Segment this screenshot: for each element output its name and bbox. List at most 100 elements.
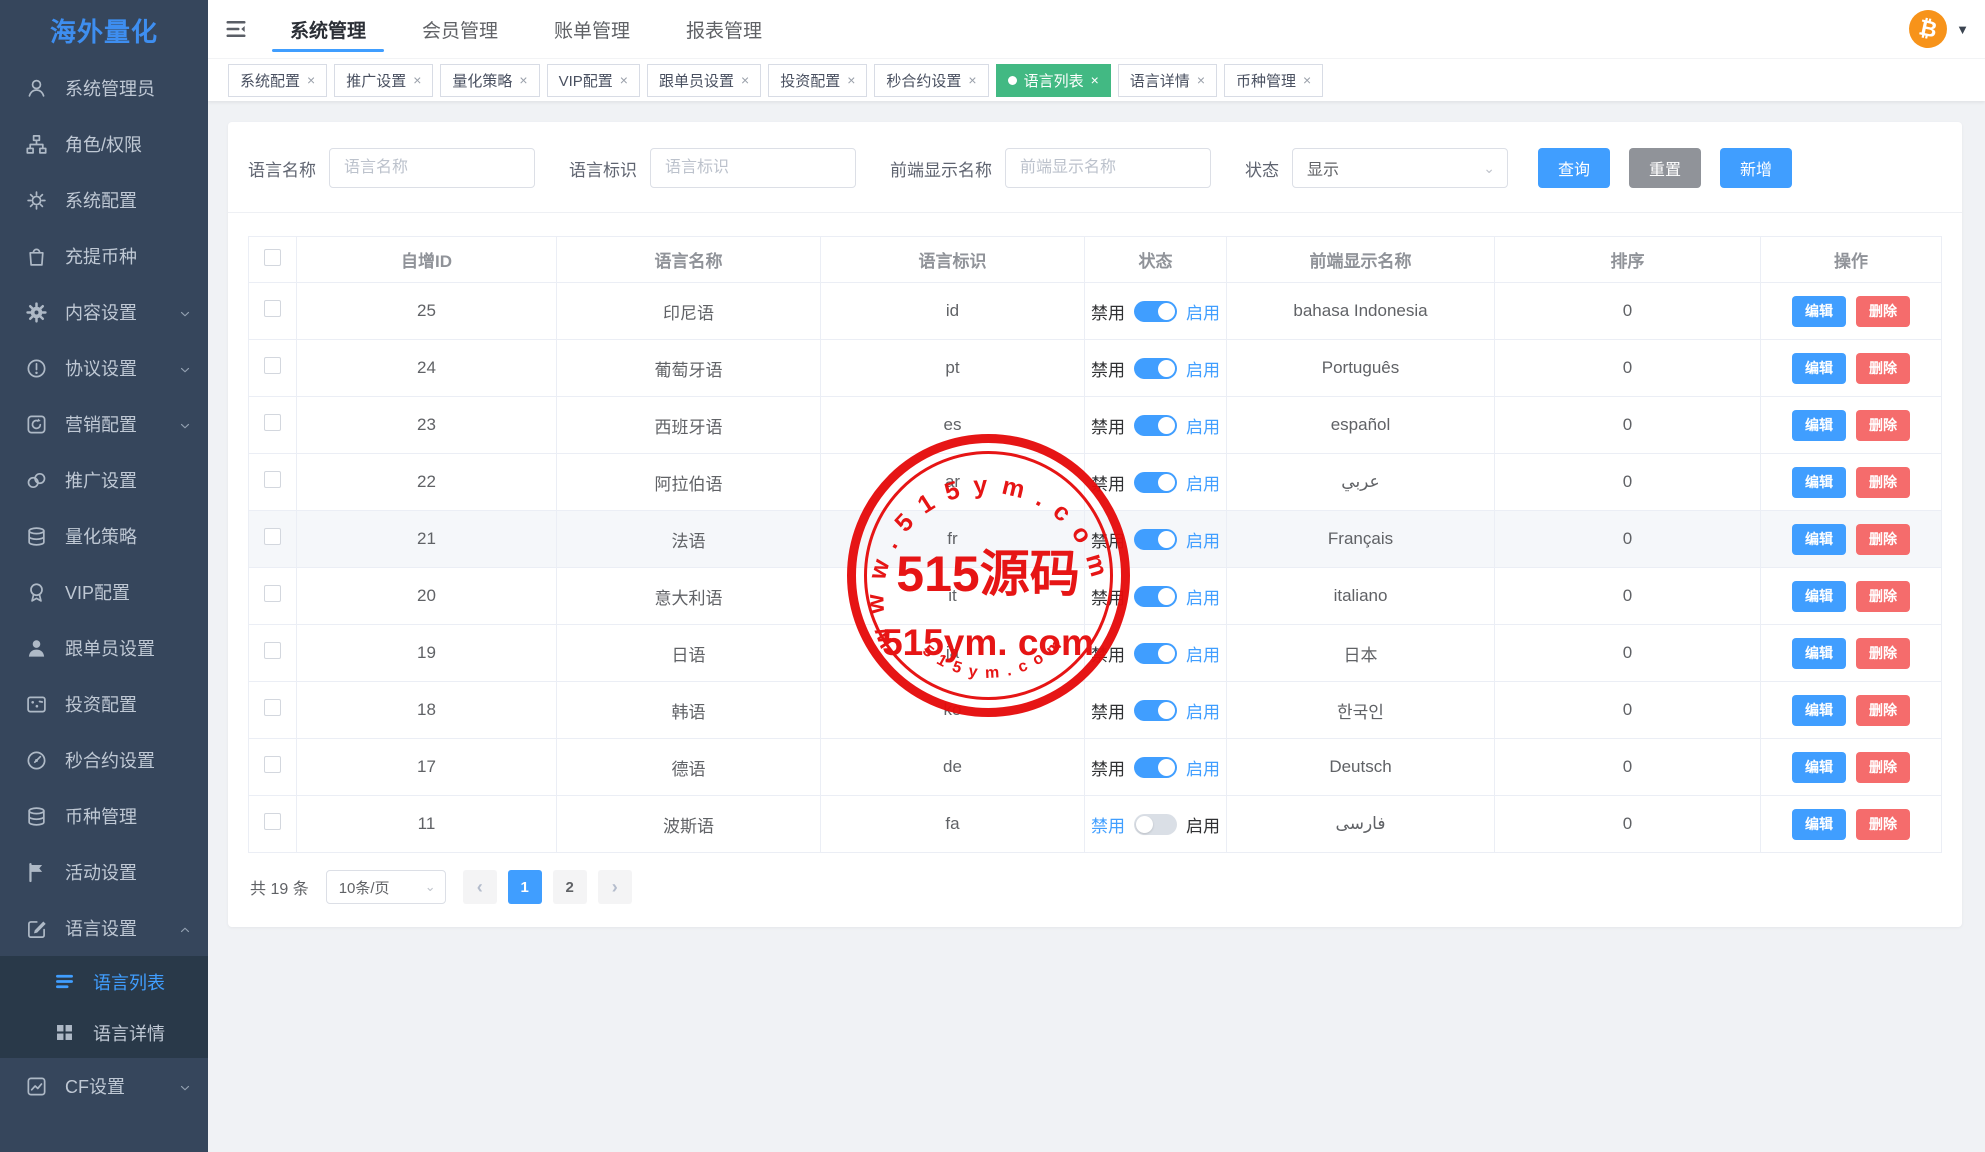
sidebar-item-vip-config[interactable]: VIP配置: [0, 564, 208, 620]
delete-button[interactable]: 删除: [1856, 296, 1910, 327]
sidebar-item-system-config[interactable]: 系统配置: [0, 172, 208, 228]
close-icon[interactable]: ×: [413, 73, 421, 87]
status-toggle[interactable]: [1134, 472, 1177, 493]
add-button[interactable]: 新增: [1720, 148, 1792, 188]
status-toggle[interactable]: [1134, 415, 1177, 436]
close-icon[interactable]: ×: [519, 73, 527, 87]
status-toggle[interactable]: [1134, 586, 1177, 607]
close-icon[interactable]: ×: [741, 73, 749, 87]
row-checkbox[interactable]: [264, 699, 281, 716]
sidebar-item-marketing-config[interactable]: 营销配置: [0, 396, 208, 452]
edit-button[interactable]: 编辑: [1792, 581, 1846, 612]
sidebar-item-language-list[interactable]: 语言列表: [0, 956, 208, 1007]
edit-button[interactable]: 编辑: [1792, 353, 1846, 384]
edit-button[interactable]: 编辑: [1792, 638, 1846, 669]
page-button-2[interactable]: 2: [553, 870, 587, 904]
edit-button[interactable]: 编辑: [1792, 296, 1846, 327]
tag-promotion-settings[interactable]: 推广设置×: [334, 64, 433, 97]
sidebar-item-content-settings[interactable]: 内容设置: [0, 284, 208, 340]
status-toggle[interactable]: [1134, 301, 1177, 322]
delete-button[interactable]: 删除: [1856, 695, 1910, 726]
reset-button[interactable]: 重置: [1629, 148, 1701, 188]
sidebar-item-activity-settings[interactable]: 活动设置: [0, 844, 208, 900]
row-checkbox[interactable]: [264, 300, 281, 317]
close-icon[interactable]: ×: [1091, 73, 1099, 87]
user-menu[interactable]: ₿ ▼: [1909, 0, 1969, 58]
tag-language-detail[interactable]: 语言详情×: [1118, 64, 1217, 97]
bitcoin-avatar-icon[interactable]: ₿: [1906, 6, 1951, 51]
edit-button[interactable]: 编辑: [1792, 410, 1846, 441]
tag-language-list[interactable]: 语言列表×: [996, 64, 1111, 97]
tab-member-management[interactable]: 会员管理: [394, 0, 526, 58]
row-checkbox[interactable]: [264, 813, 281, 830]
sidebar-item-quant-strategy[interactable]: 量化策略: [0, 508, 208, 564]
page-size-select[interactable]: 10条/页 ⌄: [326, 870, 446, 904]
tag-seconds-contract[interactable]: 秒合约设置×: [874, 64, 988, 97]
sidebar-item-coin-management[interactable]: 币种管理: [0, 788, 208, 844]
tag-vip-config[interactable]: VIP配置×: [547, 64, 640, 97]
search-button[interactable]: 查询: [1538, 148, 1610, 188]
sidebar-item-language-settings[interactable]: 语言设置: [0, 900, 208, 956]
sidebar-item-follow-trader-settings[interactable]: 跟单员设置: [0, 620, 208, 676]
delete-button[interactable]: 删除: [1856, 809, 1910, 840]
page-button-1[interactable]: 1: [508, 870, 542, 904]
row-checkbox[interactable]: [264, 414, 281, 431]
tag-quant-strategy[interactable]: 量化策略×: [440, 64, 539, 97]
tag-system-config[interactable]: 系统配置×: [228, 64, 327, 97]
display-name-input[interactable]: [1005, 148, 1211, 188]
tab-system-management[interactable]: 系统管理: [262, 0, 394, 58]
delete-button[interactable]: 删除: [1856, 467, 1910, 498]
close-icon[interactable]: ×: [968, 73, 976, 87]
sidebar-item-roles-permissions[interactable]: 角色/权限: [0, 116, 208, 172]
delete-button[interactable]: 删除: [1856, 524, 1910, 555]
delete-button[interactable]: 删除: [1856, 581, 1910, 612]
language-name-input[interactable]: [329, 148, 535, 188]
delete-button[interactable]: 删除: [1856, 752, 1910, 783]
sidebar-item-seconds-contract-settings[interactable]: 秒合约设置: [0, 732, 208, 788]
delete-button[interactable]: 删除: [1856, 353, 1910, 384]
close-icon[interactable]: ×: [1303, 73, 1311, 87]
tag-coin-management[interactable]: 币种管理×: [1224, 64, 1323, 97]
tab-billing-management[interactable]: 账单管理: [526, 0, 658, 58]
tab-report-management[interactable]: 报表管理: [658, 0, 790, 58]
sidebar-collapse-icon[interactable]: [224, 17, 248, 41]
row-checkbox[interactable]: [264, 585, 281, 602]
row-checkbox[interactable]: [264, 528, 281, 545]
sidebar-item-investment-config[interactable]: 投资配置: [0, 676, 208, 732]
close-icon[interactable]: ×: [1197, 73, 1205, 87]
row-checkbox[interactable]: [264, 756, 281, 773]
prev-page-button[interactable]: ‹: [463, 870, 497, 904]
sidebar-item-protocol-settings[interactable]: 协议设置: [0, 340, 208, 396]
edit-button[interactable]: 编辑: [1792, 752, 1846, 783]
select-all-checkbox[interactable]: [264, 249, 281, 266]
delete-button[interactable]: 删除: [1856, 410, 1910, 441]
sidebar-item-cf-settings[interactable]: CF设置: [0, 1058, 208, 1114]
status-toggle[interactable]: [1134, 358, 1177, 379]
edit-button[interactable]: 编辑: [1792, 809, 1846, 840]
sidebar-item-promotion-settings[interactable]: 推广设置: [0, 452, 208, 508]
edit-button[interactable]: 编辑: [1792, 467, 1846, 498]
close-icon[interactable]: ×: [620, 73, 628, 87]
status-toggle[interactable]: [1134, 643, 1177, 664]
status-toggle[interactable]: [1134, 529, 1177, 550]
row-checkbox[interactable]: [264, 642, 281, 659]
language-code-input[interactable]: [650, 148, 856, 188]
close-icon[interactable]: ×: [307, 73, 315, 87]
status-select[interactable]: 显示 ⌄: [1292, 148, 1508, 188]
status-toggle[interactable]: [1134, 814, 1177, 835]
tag-follow-trader[interactable]: 跟单员设置×: [647, 64, 761, 97]
sidebar-item-language-detail[interactable]: 语言详情: [0, 1007, 208, 1058]
edit-button[interactable]: 编辑: [1792, 695, 1846, 726]
next-page-button[interactable]: ›: [598, 870, 632, 904]
chevron-down-icon: [178, 417, 192, 431]
tag-investment-config[interactable]: 投资配置×: [768, 64, 867, 97]
status-toggle[interactable]: [1134, 757, 1177, 778]
close-icon[interactable]: ×: [847, 73, 855, 87]
delete-button[interactable]: 删除: [1856, 638, 1910, 669]
edit-button[interactable]: 编辑: [1792, 524, 1846, 555]
row-checkbox[interactable]: [264, 471, 281, 488]
sidebar-item-deposit-withdraw-coin[interactable]: 充提币种: [0, 228, 208, 284]
sidebar-item-system-admin[interactable]: 系统管理员: [0, 60, 208, 116]
status-toggle[interactable]: [1134, 700, 1177, 721]
row-checkbox[interactable]: [264, 357, 281, 374]
